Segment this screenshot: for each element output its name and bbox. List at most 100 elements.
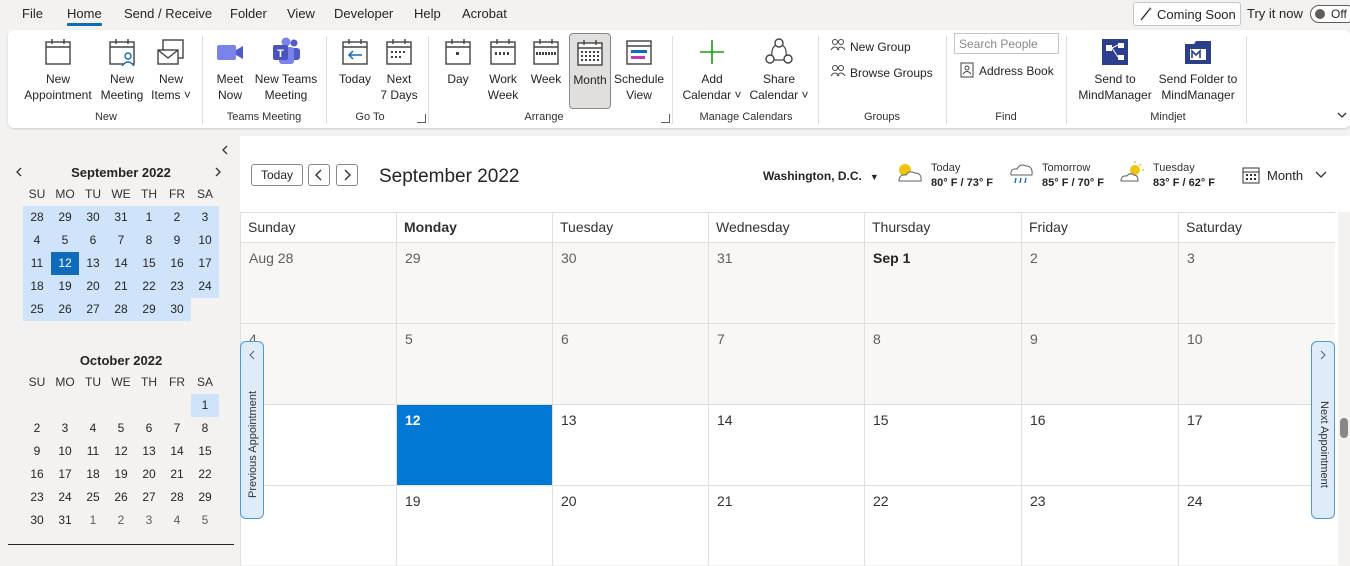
meet-now-button[interactable]: Meet Now xyxy=(208,36,252,103)
tab-home[interactable]: Home xyxy=(67,6,102,26)
minical-day[interactable]: 18 xyxy=(79,463,107,486)
vertical-scrollbar[interactable] xyxy=(1338,212,1350,565)
collapse-pane-chevron-icon[interactable] xyxy=(219,144,231,156)
month-view-button[interactable]: Month xyxy=(569,33,611,109)
minical-day[interactable]: 30 xyxy=(23,509,51,532)
calendar-day-cell[interactable]: Aug 28 xyxy=(240,242,396,323)
minical-day[interactable]: 10 xyxy=(191,229,219,252)
minical-day[interactable]: 30 xyxy=(163,298,191,321)
minical-september-title[interactable]: September 2022 xyxy=(8,165,234,180)
minical-day[interactable]: 17 xyxy=(191,252,219,275)
minical-day[interactable]: 14 xyxy=(163,440,191,463)
minical-day[interactable]: 26 xyxy=(51,298,79,321)
minical-day[interactable]: 12 xyxy=(107,440,135,463)
minical-day[interactable]: 4 xyxy=(79,417,107,440)
minical-day[interactable]: 18 xyxy=(23,275,51,298)
minical-day[interactable]: 9 xyxy=(23,440,51,463)
address-book-button[interactable]: Address Book xyxy=(959,62,1054,78)
minical-day[interactable]: 29 xyxy=(51,206,79,229)
minical-day[interactable]: 20 xyxy=(79,275,107,298)
tab-view[interactable]: View xyxy=(287,6,315,21)
minical-day[interactable]: 12 xyxy=(51,252,79,275)
weather-location[interactable]: Washington, D.C. ▼ xyxy=(763,169,879,183)
minical-day[interactable]: 25 xyxy=(23,298,51,321)
weather-tuesday[interactable]: Tuesday 83° F / 62° F xyxy=(1153,162,1215,189)
calendar-day-cell[interactable]: Sep 1 xyxy=(864,242,1021,323)
minical-day[interactable]: 5 xyxy=(51,229,79,252)
calendar-day-cell[interactable]: 19 xyxy=(396,485,552,566)
send-to-mindmanager-button[interactable]: Send to MindManager xyxy=(1074,36,1156,103)
coming-soon-toggle[interactable]: Off xyxy=(1310,5,1350,23)
calendar-day-cell[interactable]: 23 xyxy=(1021,485,1178,566)
scrollbar-thumb[interactable] xyxy=(1340,418,1348,438)
calendar-day-cell[interactable]: 21 xyxy=(708,485,864,566)
minical-day[interactable]: 28 xyxy=(23,206,51,229)
minical-day[interactable]: 7 xyxy=(163,417,191,440)
minical-day[interactable]: 27 xyxy=(135,486,163,509)
day-view-button[interactable]: Day xyxy=(438,36,478,87)
browse-groups-button[interactable]: Browse Groups xyxy=(830,64,933,80)
calendar-day-cell[interactable]: 6 xyxy=(552,323,708,404)
weather-tomorrow[interactable]: Tomorrow 85° F / 70° F xyxy=(1042,162,1104,189)
calendar-day-cell[interactable]: 30 xyxy=(552,242,708,323)
calendar-day-cell[interactable]: 3 xyxy=(1178,242,1335,323)
minical-day[interactable]: 2 xyxy=(107,509,135,532)
next-appointment-tab[interactable]: Next Appointment xyxy=(1311,341,1335,519)
minical-day[interactable]: 4 xyxy=(23,229,51,252)
minical-day[interactable]: 4 xyxy=(163,509,191,532)
calendar-day-cell[interactable]: 13 xyxy=(552,404,708,485)
minical-day[interactable]: 8 xyxy=(135,229,163,252)
tab-developer[interactable]: Developer xyxy=(334,6,393,21)
minical-day[interactable]: 24 xyxy=(191,275,219,298)
calendar-day-cell[interactable]: 9 xyxy=(1021,323,1178,404)
minical-day[interactable]: 7 xyxy=(107,229,135,252)
tab-file[interactable]: File xyxy=(22,6,43,21)
next-button[interactable] xyxy=(336,164,358,186)
minical-october-title[interactable]: October 2022 xyxy=(8,353,234,368)
minical-day[interactable]: 3 xyxy=(135,509,163,532)
minical-day[interactable]: 3 xyxy=(191,206,219,229)
previous-button[interactable] xyxy=(308,164,330,186)
weather-today[interactable]: Today 80° F / 73° F xyxy=(931,162,993,189)
tab-send-receive[interactable]: Send / Receive xyxy=(124,6,212,21)
minical-day[interactable]: 3 xyxy=(51,417,79,440)
minical-day[interactable]: 21 xyxy=(163,463,191,486)
minical-day[interactable]: 13 xyxy=(79,252,107,275)
minical-day[interactable]: 30 xyxy=(79,206,107,229)
minical-day[interactable]: 10 xyxy=(51,440,79,463)
calendar-day-cell[interactable]: 15 xyxy=(864,404,1021,485)
calendar-day-cell[interactable]: 5 xyxy=(396,323,552,404)
calendar-day-cell[interactable]: 31 xyxy=(708,242,864,323)
today-button[interactable]: Today xyxy=(251,164,303,186)
minical-day[interactable]: 22 xyxy=(135,275,163,298)
minical-day[interactable]: 29 xyxy=(191,486,219,509)
minical-day[interactable]: 24 xyxy=(51,486,79,509)
minical-day[interactable]: 6 xyxy=(135,417,163,440)
calendar-day-cell[interactable]: 8 xyxy=(864,323,1021,404)
today-ribbon-button[interactable]: Today xyxy=(334,36,376,87)
send-folder-to-mindmanager-button[interactable]: Send Folder to MindManager xyxy=(1158,36,1238,103)
new-group-button[interactable]: New Group xyxy=(830,38,911,54)
calendar-day-cell[interactable]: 12 xyxy=(396,404,552,485)
minical-day[interactable]: 1 xyxy=(191,394,219,417)
minical-day[interactable]: 19 xyxy=(107,463,135,486)
previous-appointment-tab[interactable]: Previous Appointment xyxy=(240,341,264,519)
minical-day[interactable]: 20 xyxy=(135,463,163,486)
tab-help[interactable]: Help xyxy=(414,6,441,21)
calendar-day-cell[interactable]: 2 xyxy=(1021,242,1178,323)
minical-day[interactable]: 5 xyxy=(107,417,135,440)
minical-day[interactable]: 23 xyxy=(23,486,51,509)
minical-day[interactable]: 8 xyxy=(191,417,219,440)
minical-day[interactable]: 16 xyxy=(23,463,51,486)
search-people-input[interactable]: Search People xyxy=(954,33,1059,54)
minical-day[interactable]: 27 xyxy=(79,298,107,321)
share-calendar-button[interactable]: Share Calendar ˅ xyxy=(746,36,812,103)
tab-folder[interactable]: Folder xyxy=(230,6,267,21)
view-selector[interactable]: Month xyxy=(1242,166,1327,184)
minical-day[interactable]: 16 xyxy=(163,252,191,275)
minical-day[interactable]: 15 xyxy=(135,252,163,275)
minical-day[interactable]: 29 xyxy=(135,298,163,321)
minical-day[interactable]: 5 xyxy=(191,509,219,532)
minical-day[interactable]: 19 xyxy=(51,275,79,298)
arrange-dialog-launcher-icon[interactable] xyxy=(661,114,670,123)
